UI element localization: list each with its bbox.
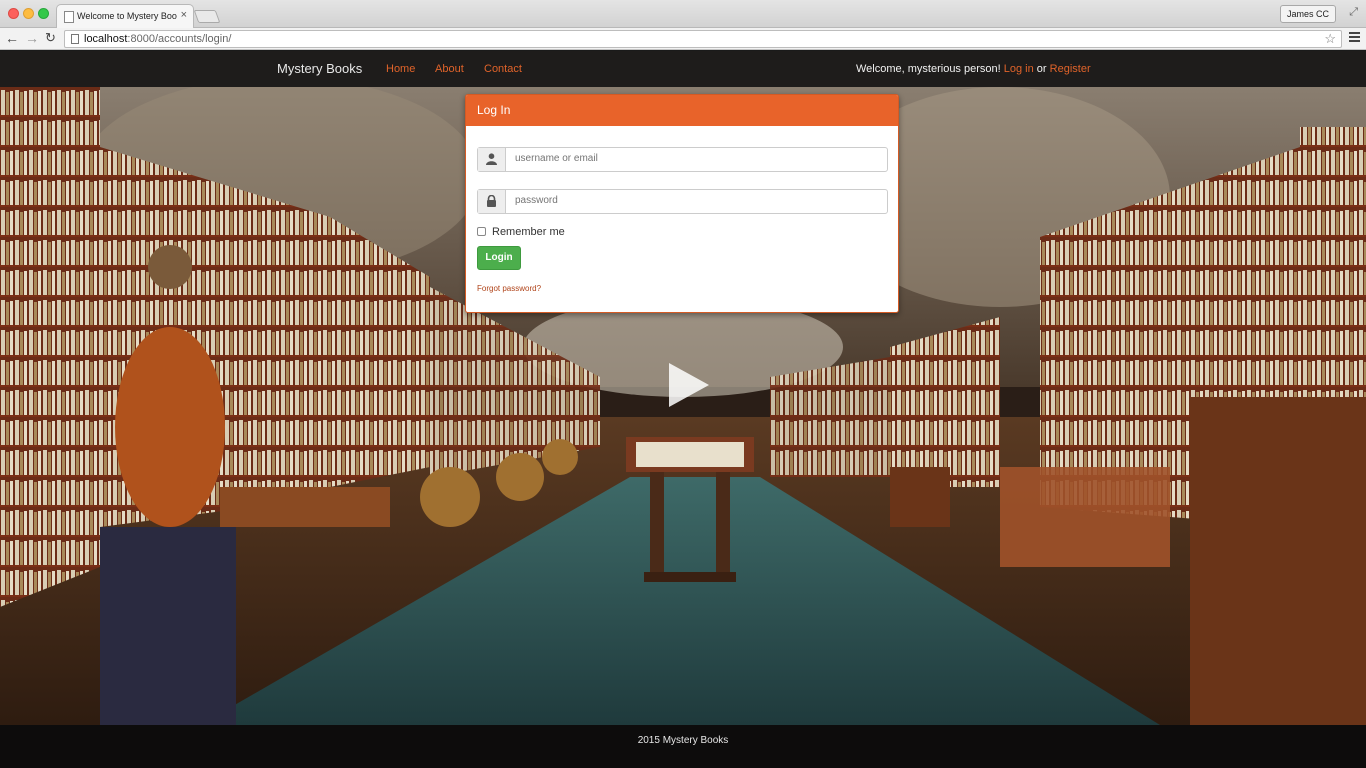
login-panel-title: Log In (466, 95, 898, 126)
login-button[interactable]: Login (477, 246, 521, 270)
reload-icon[interactable]: ↻ (45, 30, 56, 46)
url-text: localhost:8000/accounts/login/ (84, 33, 232, 45)
minimize-window-button[interactable] (23, 8, 34, 19)
lock-icon (478, 190, 506, 213)
star-icon[interactable]: ☆ (1324, 31, 1336, 47)
footer-text: 2015 Mystery Books (637, 735, 729, 746)
browser-tab-bar: Welcome to Mystery Books × James CC ⤢ (0, 0, 1366, 28)
page: Mystery Books Home About Contact Welcome… (0, 51, 1366, 768)
fullscreen-icon[interactable]: ⤢ (1349, 6, 1358, 19)
remember-me-checkbox[interactable] (477, 227, 486, 236)
forward-icon[interactable]: → (25, 30, 39, 46)
menu-icon[interactable] (1349, 32, 1360, 44)
or-text: or (1036, 63, 1047, 75)
page-icon (71, 34, 79, 44)
back-icon[interactable]: ← (5, 30, 19, 46)
login-panel: Log In Remember me Login Forgo (465, 94, 899, 313)
password-input[interactable] (515, 195, 875, 206)
new-tab-button[interactable] (193, 10, 221, 23)
remember-me: Remember me (477, 226, 565, 238)
password-input-group (477, 189, 888, 214)
nav-home-link[interactable]: Home (386, 63, 415, 75)
address-bar[interactable]: localhost:8000/accounts/login/ ☆ (64, 30, 1342, 48)
register-link[interactable]: Register (1050, 63, 1091, 75)
zoom-window-button[interactable] (38, 8, 49, 19)
close-window-button[interactable] (8, 8, 19, 19)
play-icon[interactable] (669, 363, 709, 407)
forgot-password-link[interactable]: Forgot password? (477, 284, 541, 293)
nav-contact-link[interactable]: Contact (484, 63, 522, 75)
tab-close-icon[interactable]: × (181, 9, 187, 21)
profile-button[interactable]: James CC (1279, 5, 1336, 23)
browser-toolbar: ← → ↻ localhost:8000/accounts/login/ ☆ (0, 28, 1366, 50)
tab-title: Welcome to Mystery Books (77, 11, 177, 21)
welcome-text: Welcome, mysterious person! (856, 63, 1001, 75)
site-footer: 2015 Mystery Books (0, 725, 1366, 768)
user-icon (478, 148, 506, 171)
page-favicon-icon (64, 11, 74, 23)
username-input-group (477, 147, 888, 172)
browser-tab[interactable]: Welcome to Mystery Books × (56, 4, 194, 28)
username-input[interactable] (515, 153, 875, 164)
welcome-message: Welcome, mysterious person! Log in or Re… (856, 63, 1091, 75)
nav-about-link[interactable]: About (435, 63, 464, 75)
login-link[interactable]: Log in (1004, 63, 1034, 75)
site-navbar: Mystery Books Home About Contact Welcome… (0, 51, 1366, 87)
remember-me-label: Remember me (492, 226, 565, 238)
site-brand[interactable]: Mystery Books (277, 61, 362, 76)
